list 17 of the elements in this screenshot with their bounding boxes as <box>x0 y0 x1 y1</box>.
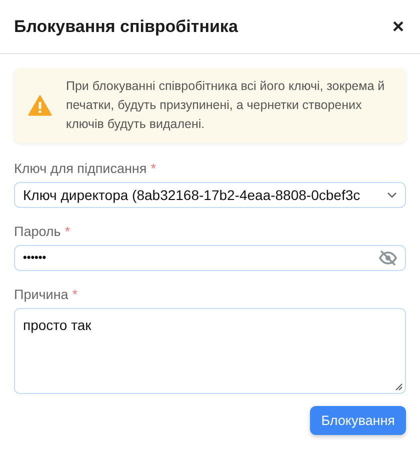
required-mark: * <box>150 161 156 176</box>
chevron-down-icon <box>387 192 397 198</box>
close-button[interactable]: × <box>390 16 406 36</box>
required-mark: * <box>64 224 70 239</box>
reason-field[interactable]: просто так <box>14 308 406 394</box>
key-select[interactable]: Ключ директора (8ab32168-17b2-4eaa-8808-0cbef3c <box>14 182 406 208</box>
eye-off-icon <box>379 250 397 266</box>
resize-handle-icon <box>395 383 403 391</box>
field-label: Ключ для підписання <box>14 161 147 176</box>
warning-text: При блокуванні співробітника всі його ключі, зокрема й печатки, будуть призупинені, а чернетки створених ключів будуть видалені. <box>66 78 386 133</box>
warning-icon <box>28 95 52 116</box>
field-label: Причина <box>14 287 68 302</box>
required-mark: * <box>72 287 78 302</box>
field-label: Пароль <box>14 224 61 239</box>
block-button[interactable]: Блокування <box>310 406 406 435</box>
dialog-title: Блокування співробітника <box>14 16 238 36</box>
password-field[interactable]: •••••• <box>14 245 406 271</box>
